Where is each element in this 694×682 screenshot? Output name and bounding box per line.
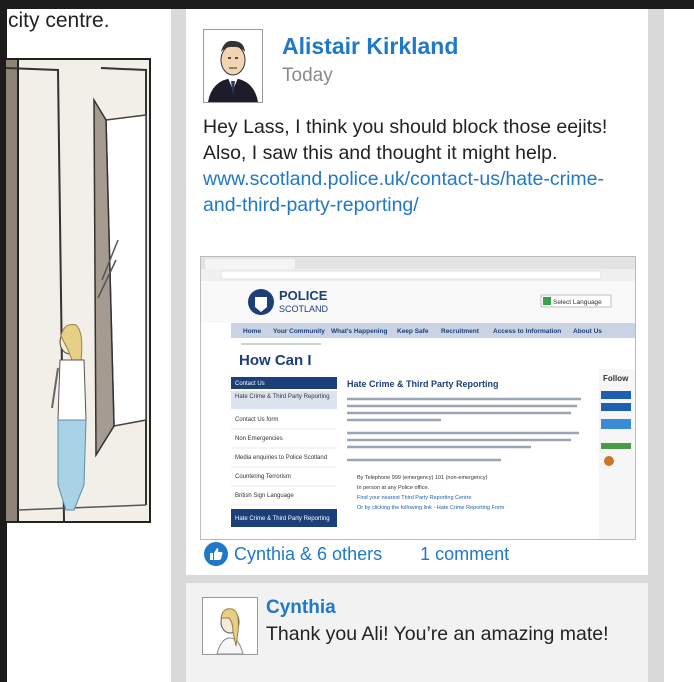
comic-illustration bbox=[6, 60, 149, 521]
gutter bbox=[186, 575, 648, 583]
bullet-3: Or by clicking the following link - Hate… bbox=[357, 505, 505, 511]
commenter-avatar[interactable] bbox=[202, 597, 258, 655]
post-author[interactable]: Alistair Kirkland bbox=[282, 33, 458, 60]
follow-label: Follow bbox=[603, 374, 629, 383]
woman-portrait-icon bbox=[203, 598, 257, 654]
comment-author[interactable]: Cynthia bbox=[266, 597, 336, 619]
sidebar-link-4: Media enquiries to Police Scotland bbox=[235, 455, 327, 461]
nav-community: Your Community bbox=[273, 328, 325, 335]
man-portrait-icon bbox=[204, 30, 262, 102]
sidebar-link-3: Non Emergencies bbox=[235, 436, 283, 442]
police-brand-line1: POLICE bbox=[279, 288, 328, 303]
select-language: Select Language bbox=[553, 299, 602, 306]
sidebar-link-2: Contact Us form bbox=[235, 417, 278, 423]
comic-caption: city centre. bbox=[8, 9, 110, 32]
bullet-2: Find your nearest Third Party Reporting … bbox=[357, 495, 472, 501]
sidebar-link-6: British Sign Language bbox=[235, 493, 294, 499]
comic-top-border bbox=[0, 0, 694, 9]
police-website-preview: POLICE SCOTLAND Select Language Home You… bbox=[201, 257, 635, 539]
author-avatar[interactable] bbox=[203, 29, 263, 103]
comment-text: Thank you Ali! You’re an amazing mate! bbox=[266, 623, 609, 645]
nav-access: Access to Information bbox=[493, 328, 561, 335]
post-body: Hey Lass, I think you should block those… bbox=[203, 114, 623, 218]
sidebar-link-7: Hate Crime & Third Party Reporting bbox=[235, 516, 330, 522]
post-link[interactable]: www.scotland.police.uk/contact-us/hate-c… bbox=[203, 166, 623, 218]
sidebar-link-1: Hate Crime & Third Party Reporting bbox=[235, 394, 330, 400]
comments-count[interactable]: 1 comment bbox=[420, 544, 509, 565]
likes-count[interactable]: Cynthia & 6 others bbox=[234, 544, 382, 565]
nav-recruitment: Recruitment bbox=[441, 328, 480, 335]
gutter bbox=[648, 9, 664, 682]
post-timestamp: Today bbox=[282, 65, 333, 86]
nav-home: Home bbox=[243, 328, 261, 335]
bullet-1: In person at any Police office. bbox=[357, 485, 430, 491]
bullet-0: By Telephone 999 (emergency) 101 (non-em… bbox=[357, 475, 488, 481]
nav-about: About Us bbox=[573, 328, 602, 335]
sidebar-link-0: Contact Us bbox=[235, 381, 265, 387]
comic-panel bbox=[6, 58, 151, 523]
nav-happening: What's Happening bbox=[331, 328, 387, 335]
post-reactions: Cynthia & 6 others 1 comment bbox=[204, 539, 509, 569]
page-heading: How Can I bbox=[239, 352, 312, 369]
article-title: Hate Crime & Third Party Reporting bbox=[347, 379, 499, 389]
social-post: Alistair Kirkland Today Hey Lass, I thin… bbox=[186, 9, 648, 575]
thumbs-up-icon[interactable] bbox=[204, 542, 228, 566]
police-brand-line2: SCOTLAND bbox=[279, 304, 329, 314]
comment: Cynthia Thank you Ali! You’re an amazing… bbox=[186, 583, 648, 682]
sidebar-link-5: Countering Terrorism bbox=[235, 474, 291, 480]
gutter bbox=[171, 9, 186, 682]
nav-keep-safe: Keep Safe bbox=[397, 328, 429, 335]
post-message: Hey Lass, I think you should block those… bbox=[203, 116, 608, 164]
website-screenshot[interactable]: POLICE SCOTLAND Select Language Home You… bbox=[200, 256, 636, 540]
